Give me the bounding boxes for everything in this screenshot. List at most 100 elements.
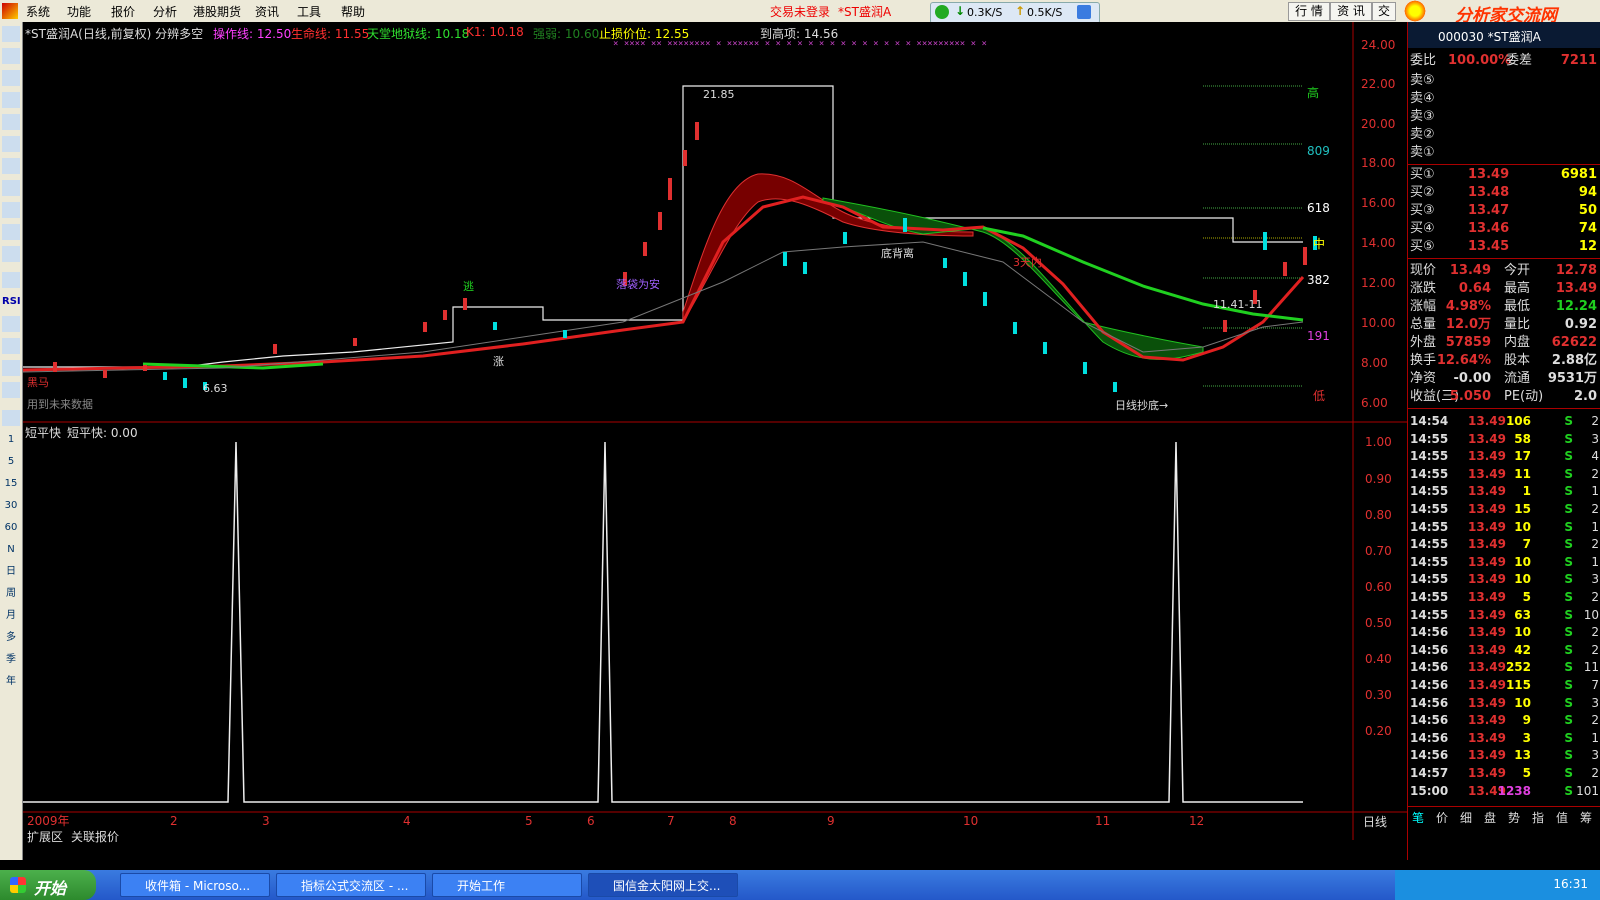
tick-row: 14:56 13.49 13 S 3 — [1410, 748, 1599, 763]
tab-trade[interactable]: 交 — [1372, 2, 1396, 21]
price-tick: 12.00 — [1361, 276, 1395, 290]
date-tick: 10 — [963, 814, 978, 828]
menu-analysis[interactable]: 分析 — [153, 3, 177, 20]
ind-tick: 0.20 — [1365, 724, 1392, 738]
tab-value[interactable]: 值 — [1556, 809, 1568, 826]
menu-function[interactable]: 功能 — [67, 3, 91, 20]
date-tick: 8 — [729, 814, 737, 828]
toolbar-icon-16[interactable] — [2, 382, 20, 398]
stat-row: 涨幅 4.98% 最低 12.24 — [1410, 299, 1597, 314]
price-tick: 16.00 — [1361, 196, 1395, 210]
tab-news[interactable]: 资 讯 — [1330, 2, 1372, 21]
toolbar-icon-4[interactable] — [2, 92, 20, 108]
menu-tools[interactable]: 工具 — [297, 3, 321, 20]
menu-system[interactable]: 系统 — [26, 3, 50, 20]
period-month[interactable]: 月 — [2, 608, 20, 624]
peak-label: 21.85 — [703, 88, 735, 101]
tick-row: 14:55 13.49 63 S 10 — [1410, 607, 1599, 622]
signal-marks-top: × ×××× ×× ×××××××× × ×××××× × × × × × × … — [613, 39, 987, 49]
menu-quote[interactable]: 报价 — [111, 3, 135, 20]
tab-related-quote[interactable]: 关联报价 — [71, 828, 119, 845]
toolbar-icon-8[interactable] — [2, 180, 20, 196]
task-forum[interactable]: 指标公式交流区 - ... — [276, 873, 426, 897]
black-horse-label: 黑马 — [27, 376, 49, 389]
toolbar-icon-1[interactable] — [2, 26, 20, 42]
tick-row: 14:56 13.49 10 S 3 — [1410, 695, 1599, 710]
toolbar-icon-7[interactable] — [2, 158, 20, 174]
toolbar-icon-10[interactable] — [2, 224, 20, 240]
sell-3: 卖③ — [1410, 109, 1435, 124]
tick-row: 14:56 13.49 3 S 1 — [1410, 730, 1599, 745]
toolbar-icon-5[interactable] — [2, 114, 20, 130]
period-60min[interactable]: 60 — [2, 520, 20, 536]
fib-382: 382 — [1307, 273, 1330, 287]
tab-ticks[interactable]: 笔 — [1412, 809, 1424, 826]
network-speed-box: ↓ 0.3K/S ↑ 0.5K/S — [930, 2, 1100, 24]
toolbar-icon-14[interactable] — [2, 338, 20, 354]
sell-2: 卖② — [1410, 127, 1435, 142]
tab-trend[interactable]: 势 — [1508, 809, 1520, 826]
tab-index[interactable]: 指 — [1532, 809, 1544, 826]
bottom-buy-label: 日线抄底→ — [1115, 398, 1168, 412]
tab-price[interactable]: 价 — [1436, 809, 1448, 826]
tick-row: 14:57 13.49 5 S 2 — [1410, 766, 1599, 780]
tab-extend[interactable]: 扩展区 — [27, 828, 63, 845]
task-start-work[interactable]: 开始工作 — [432, 873, 582, 897]
period-multi[interactable]: 多 — [2, 630, 20, 646]
toolbar-icon-17[interactable] — [2, 410, 20, 426]
toolbar-icon-3[interactable] — [2, 70, 20, 86]
stock-code-name: 000030 *ST盛润A — [1438, 30, 1541, 44]
login-status: 交易未登录 — [770, 5, 831, 19]
site-logo-icon — [1402, 0, 1428, 22]
period-day[interactable]: 日 — [2, 564, 20, 580]
task-trading-app[interactable]: 国信金太阳网上交... — [588, 873, 738, 897]
toolbar-icon-13[interactable] — [2, 316, 20, 332]
toolbar-icon-12[interactable] — [2, 272, 20, 288]
period-15min[interactable]: 15 — [2, 476, 20, 492]
date-tick: 7 — [667, 814, 675, 828]
tab-detail[interactable]: 细 — [1460, 809, 1472, 826]
tab-order-book[interactable]: 盘 — [1484, 809, 1496, 826]
ind-tick: 0.90 — [1365, 472, 1392, 486]
bottom-divergence-label: 底背离 — [881, 246, 914, 260]
rsi-button[interactable]: RSI — [2, 294, 21, 310]
stat-row: 外盘 57859 内盘 62622 — [1410, 335, 1597, 350]
quote-panel: 000030 *ST盛润A 委比 100.00% 委差 7211 卖⑤ 卖④ 卖… — [1407, 22, 1600, 860]
toolbar-icon-6[interactable] — [2, 136, 20, 152]
ie-icon — [1077, 5, 1091, 19]
period-label: 日线 — [1363, 815, 1388, 829]
toolbar-icon-2[interactable] — [2, 48, 20, 64]
menu-hk-futures[interactable]: 港股期货 — [193, 3, 241, 20]
toolbar-icon-15[interactable] — [2, 360, 20, 376]
period-n[interactable]: N — [2, 542, 20, 558]
menu-info[interactable]: 资讯 — [255, 3, 279, 20]
period-30min[interactable]: 30 — [2, 498, 20, 514]
task-inbox[interactable]: 收件箱 - Microso... — [120, 873, 270, 897]
period-week[interactable]: 周 — [2, 586, 20, 602]
chart-area[interactable]: *ST盛润A(日线,前复权) 分辨多空 操作线: 12.50 生命线: 11.5… — [23, 22, 1408, 844]
start-button[interactable]: 开始 — [0, 870, 96, 900]
tab-chips[interactable]: 筹 — [1580, 809, 1592, 826]
toolbar-icon-11[interactable] — [2, 246, 20, 262]
period-5min[interactable]: 5 — [2, 454, 20, 470]
stat-row: 现价 13.49 今开 12.78 — [1410, 263, 1597, 278]
date-tick: 6 — [587, 814, 595, 828]
period-1min[interactable]: 1 — [2, 432, 20, 448]
tab-market[interactable]: 行 情 — [1288, 2, 1330, 21]
divider — [1408, 408, 1600, 409]
stat-row: 总量 12.0万 量比 0.92 — [1410, 317, 1597, 332]
price-tick: 22.00 — [1361, 77, 1395, 91]
tick-row: 14:55 13.49 10 S 1 — [1410, 519, 1599, 534]
toolbar-icon-9[interactable] — [2, 202, 20, 218]
ind-tick: 1.00 — [1365, 435, 1392, 449]
menu-help[interactable]: 帮助 — [341, 3, 365, 20]
three-days-label: 3天内 — [1013, 255, 1042, 269]
mid-price-label: 11.41-11 — [1213, 298, 1262, 311]
price-tick: 6.00 — [1361, 396, 1388, 410]
tick-row: 14:55 13.49 5 S 2 — [1410, 590, 1599, 604]
net-globe-icon — [935, 5, 949, 19]
op-line-thin — [23, 241, 1304, 373]
period-season[interactable]: 季 — [2, 652, 20, 668]
tick-row: 14:56 13.49 42 S 2 — [1410, 642, 1599, 657]
period-year[interactable]: 年 — [2, 674, 20, 690]
